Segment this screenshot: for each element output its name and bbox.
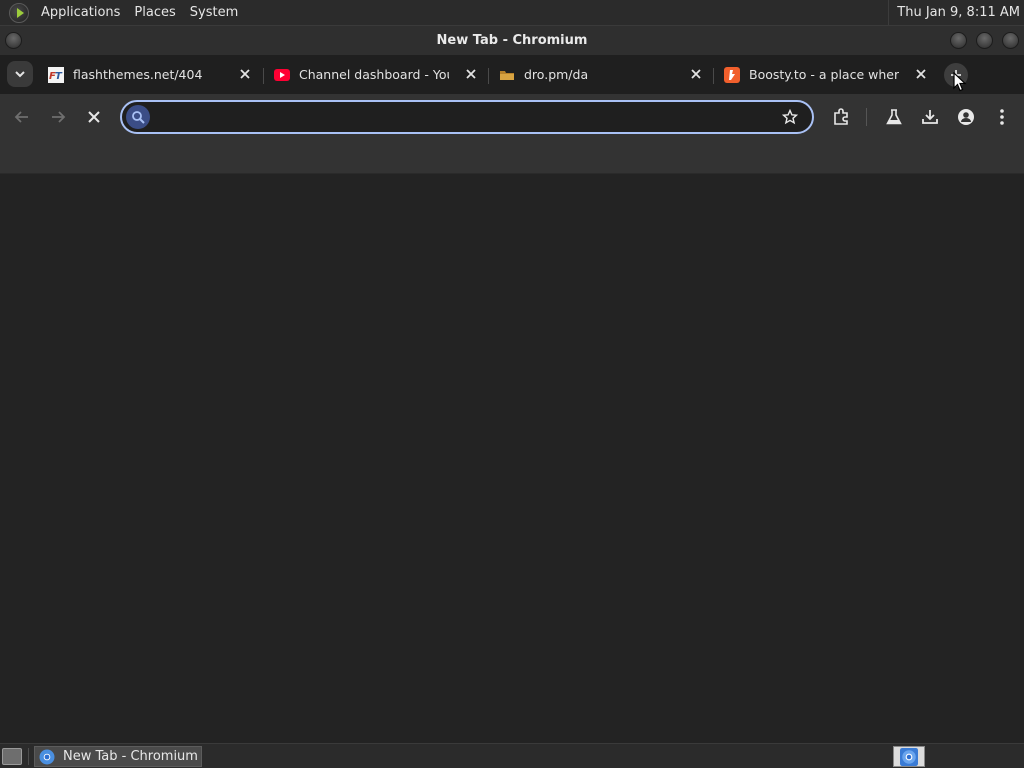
taskbar: New Tab - Chromium <box>0 743 1024 768</box>
menu-applications[interactable]: Applications <box>34 0 127 25</box>
tab-divider <box>713 68 714 84</box>
show-desktop-icon[interactable] <box>2 748 22 765</box>
distro-logo-icon[interactable] <box>9 2 29 23</box>
tab-close-icon[interactable] <box>463 66 479 82</box>
tab-close-icon[interactable] <box>913 66 929 82</box>
account-icon <box>958 109 974 125</box>
menu-places[interactable]: Places <box>127 0 182 25</box>
search-icon <box>126 105 150 129</box>
tab-dropm[interactable]: dro.pm/da <box>491 59 716 90</box>
boosty-icon <box>724 66 740 83</box>
tab-youtube-studio[interactable]: Channel dashboard - YouTube Studio <box>266 59 491 90</box>
tab-boosty[interactable]: Boosty.to - a place where s <box>716 59 941 90</box>
extensions-button[interactable] <box>828 104 854 130</box>
tab-divider <box>488 68 489 84</box>
clock[interactable]: Thu Jan 9, 8:11 AM <box>888 0 1020 25</box>
maximize-button[interactable] <box>976 32 993 49</box>
tab-search-button[interactable] <box>7 61 33 87</box>
taskbar-divider <box>28 748 29 765</box>
chromium-icon <box>39 749 55 764</box>
taskbar-item-chromium[interactable]: New Tab - Chromium <box>34 746 202 767</box>
menu-button[interactable] <box>989 104 1015 130</box>
page-content[interactable] <box>0 174 1024 743</box>
puzzle-icon <box>834 108 848 125</box>
tab-divider <box>263 68 264 84</box>
address-bar[interactable] <box>120 100 814 134</box>
chevron-down-icon <box>15 71 25 78</box>
tab-strip: F T flashthemes.net/404 Channel dashboar… <box>0 55 1024 94</box>
toolbar-divider <box>866 108 867 126</box>
forward-arrow-icon <box>52 111 66 123</box>
tab-close-icon[interactable] <box>688 66 704 82</box>
close-icon <box>88 111 100 123</box>
window-title: New Tab - Chromium <box>436 33 588 48</box>
address-input[interactable] <box>156 106 766 128</box>
stop-loading-button[interactable] <box>81 104 107 130</box>
tab-label: dro.pm/da <box>524 67 589 82</box>
download-icon <box>922 110 938 124</box>
tab-close-icon[interactable] <box>237 66 253 82</box>
back-button[interactable] <box>9 104 35 130</box>
more-vert-icon <box>1000 109 1004 125</box>
menu-system[interactable]: System <box>183 0 245 25</box>
downloads-button[interactable] <box>917 104 943 130</box>
flashthemes-icon: F T <box>48 66 64 83</box>
back-arrow-icon <box>14 111 28 123</box>
folder-icon <box>500 70 514 80</box>
chromium-icon <box>900 747 918 766</box>
browser-toolbar <box>0 94 1024 140</box>
close-window-button[interactable] <box>1002 32 1019 49</box>
bookmark-star-icon[interactable] <box>780 107 800 127</box>
mouse-cursor-icon <box>953 72 967 92</box>
profile-button[interactable] <box>953 104 979 130</box>
tab-label: flashthemes.net/404 <box>73 67 203 82</box>
forward-button[interactable] <box>45 104 71 130</box>
youtube-icon <box>274 68 290 81</box>
flask-icon <box>886 109 902 125</box>
tray-chromium-button[interactable] <box>893 746 925 767</box>
bookmarks-bar <box>0 140 1024 174</box>
svg-text:T: T <box>55 71 63 82</box>
minimize-button[interactable] <box>950 32 967 49</box>
labs-button[interactable] <box>881 104 907 130</box>
taskbar-item-label: New Tab - Chromium <box>63 749 198 764</box>
tab-label: Channel dashboard - YouTube Studio <box>299 67 449 82</box>
top-panel: Applications Places System Thu Jan 9, 8:… <box>0 0 1024 25</box>
tab-flashthemes[interactable]: F T flashthemes.net/404 <box>40 59 265 90</box>
tab-label: Boosty.to - a place where s <box>749 67 899 82</box>
window-titlebar[interactable]: New Tab - Chromium <box>0 25 1024 55</box>
